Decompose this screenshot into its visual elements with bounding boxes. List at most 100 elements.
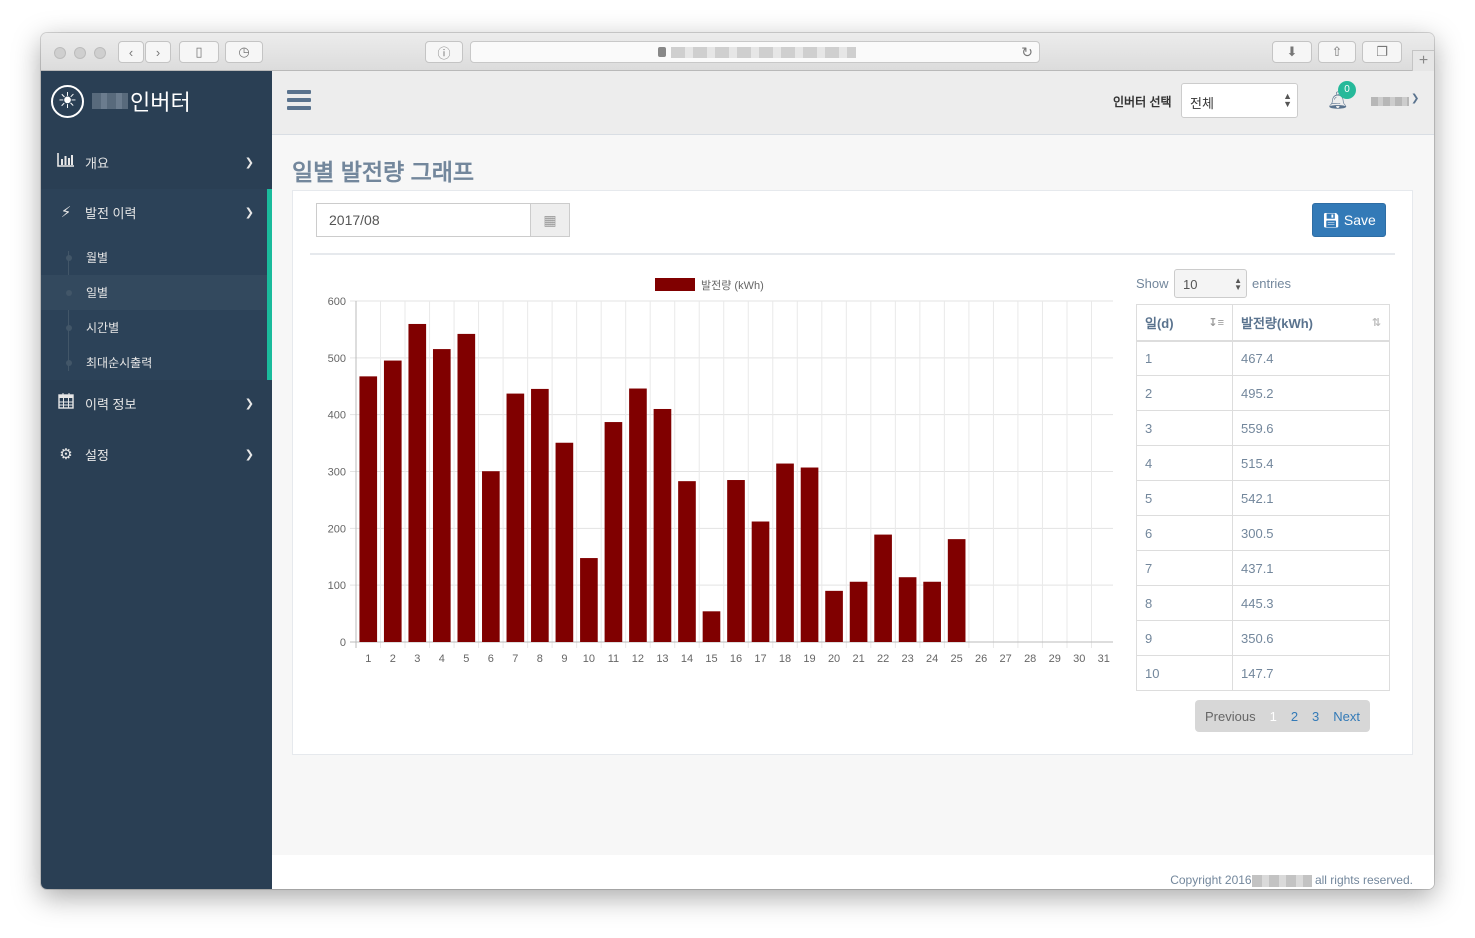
back-icon[interactable]: ‹ [118,41,144,63]
cell-day: 10 [1136,655,1233,691]
chevron-down-icon[interactable]: ❯ [1411,93,1419,104]
zoom-window-icon[interactable] [94,47,106,59]
bolt-icon: ⚡ [60,204,72,221]
footer: Copyright 2016 all rights reserved. [272,855,1434,889]
pagination-page-3[interactable]: 3 [1305,709,1326,724]
x-tick-label: 30 [1073,653,1085,665]
tabs-overview-icon[interactable]: ❐ [1362,41,1402,63]
sun-logo-icon: ☀ [51,84,84,118]
forward-icon[interactable]: › [145,41,171,63]
chart-bar [776,463,794,642]
chart-bar [678,481,696,642]
sidebar-item-history-info[interactable]: 이력 정보 ❯ [41,382,272,424]
x-tick-label: 8 [537,653,543,665]
table-body: 1 467.4 2 495.2 3 559.6 4 515.4 5 542.1 6 300.5 7 437… [1136,340,1390,691]
menu-toggle-icon[interactable] [287,90,311,110]
pagination-next[interactable]: Next [1326,709,1370,724]
sidebar-subitem-daily[interactable]: 일별 [41,275,267,310]
address-bar[interactable]: ↻ [470,41,1040,63]
x-tick-label: 12 [632,653,644,665]
cell-generation: 147.7 [1232,655,1390,691]
copyright-text: Copyright 2016 all rights reserved. [1170,873,1413,887]
sidebar-subitem-monthly[interactable]: 월별 [41,240,267,275]
pagination-page-2[interactable]: 2 [1284,709,1305,724]
x-tick-label: 29 [1049,653,1061,665]
column-header-label: 발전량(kWh) [1241,315,1313,331]
minimize-window-icon[interactable] [74,47,86,59]
sidebar-item-gen-history[interactable]: ⚡ 발전 이력 ❯ [41,191,272,233]
sidebar-item-overview[interactable]: 개요 ❯ [41,141,272,183]
sort-desc-icon[interactable]: ↧≡ [1208,316,1224,329]
top-nav: 인버터 선택 전체 ▲ ▼ 🔔︎ 0 ❯ [272,71,1434,135]
downloads-icon[interactable]: ⬇ [1272,41,1312,63]
cell-day: 1 [1136,340,1233,376]
table-row: 10 147.7 [1136,655,1390,691]
table-row: 7 437.1 [1136,550,1390,586]
x-tick-label: 9 [561,653,567,665]
cell-day: 4 [1136,445,1233,481]
inverter-select[interactable]: 전체 ▲ ▼ [1181,83,1298,118]
y-tick-label: 200 [328,523,346,535]
lock-icon [658,47,666,57]
x-tick-label: 1 [365,653,371,665]
chart-bar [408,323,427,642]
subitem-label: 일별 [86,286,109,300]
x-tick-label: 23 [901,653,913,665]
table-row: 2 495.2 [1136,375,1390,411]
chart-bar [849,581,868,642]
pagination-page-1[interactable]: 1 [1263,709,1284,724]
sidebar-subitem-hourly[interactable]: 시간별 [41,310,267,345]
reload-icon[interactable]: ↻ [1021,44,1033,61]
info-icon[interactable]: ⓘ [425,41,463,63]
sidebar-subitem-peak-output[interactable]: 최대순시출력 [41,345,267,380]
share-icon[interactable]: ⇧ [1318,41,1356,63]
x-tick-label: 25 [951,653,963,665]
table-row: 3 559.6 [1136,410,1390,446]
sidebar-toggle-icon[interactable]: ▯ [179,41,219,63]
entries-length-value: 10 [1183,277,1198,292]
legend-label: 발전량 (kWh) [701,279,764,292]
chart-bar [580,558,598,642]
chevron-down-icon: ❯ [244,397,254,410]
brand[interactable]: ☀ 인버터 [51,83,191,119]
column-header-generation[interactable]: 발전량(kWh) ⇅ [1232,304,1390,342]
close-window-icon[interactable] [54,47,66,59]
copyright-suffix: all rights reserved. [1314,873,1413,887]
cell-generation: 515.4 [1232,445,1390,481]
entries-length-select[interactable]: 10 ▲ ▼ [1174,269,1247,298]
sort-icon[interactable]: ⇅ [1372,316,1381,329]
column-header-day[interactable]: 일(d) ↧≡ [1136,304,1233,342]
sidebar-item-label: 설정 [85,447,109,463]
x-tick-label: 10 [583,653,595,665]
x-tick-label: 5 [463,653,469,665]
cell-generation: 559.6 [1232,410,1390,446]
main-content: 일별 발전량 그래프 2017/08 ▦ 💾︎ Save 0 100 200 300 4… [272,136,1434,889]
sidebar-item-settings[interactable]: ⚙ 설정 ❯ [41,433,272,475]
new-tab-icon[interactable]: + [1412,50,1434,71]
sidebar-item-label: 개요 [85,155,109,171]
bullet-icon [66,254,72,261]
y-tick-label: 300 [328,467,346,479]
y-tick-label: 600 [328,296,346,308]
x-tick-label: 2 [390,653,396,665]
x-tick-label: 17 [754,653,766,665]
chevron-down-icon: ❯ [244,206,254,219]
chart-bar [604,422,623,642]
x-tick-label: 3 [414,653,420,665]
history-icon[interactable]: ◷ [225,41,263,63]
x-tick-label: 4 [439,653,445,665]
chart-bar [874,534,892,642]
save-button[interactable]: 💾︎ Save [1312,203,1386,237]
chart-bar [555,442,574,642]
pagination-previous[interactable]: Previous [1195,709,1263,724]
pagination: Previous 1 2 3 Next [1195,700,1371,732]
chart-bar [825,590,843,642]
x-tick-label: 21 [852,653,864,665]
chart-bar [383,360,402,642]
cell-day: 5 [1136,480,1233,516]
x-tick-label: 22 [877,653,889,665]
chevron-down-icon: ❯ [244,448,254,461]
user-name-redacted[interactable] [1371,97,1409,106]
chart-bar [727,480,745,642]
table-row: 6 300.5 [1136,515,1390,551]
